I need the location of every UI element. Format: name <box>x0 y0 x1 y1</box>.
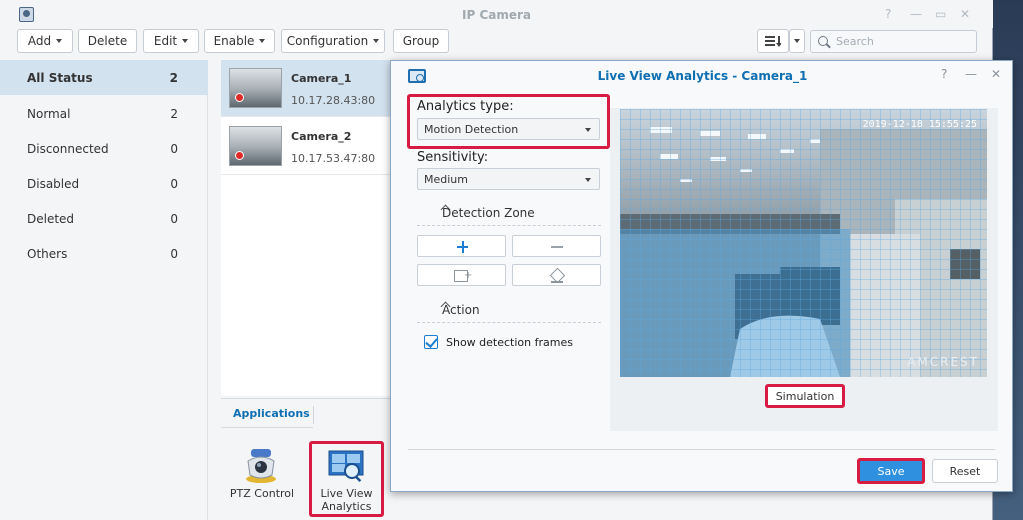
camera-list: Camera_1 10.17.28.43:80 Camera_2 10.17.5… <box>221 60 391 396</box>
sort-icon <box>765 36 781 47</box>
toolbar: Add Delete Edit Enable Configuration Gro… <box>0 28 993 58</box>
search-icon <box>818 36 828 46</box>
analytics-type-select[interactable]: Motion Detection <box>417 118 600 140</box>
search-placeholder: Search <box>836 35 874 48</box>
action-section[interactable]: Action <box>417 301 601 323</box>
delete-button[interactable]: Delete <box>78 29 137 53</box>
group-button[interactable]: Group <box>393 29 449 53</box>
sidebar-item-disconnected[interactable]: Disconnected 0 <box>0 131 208 166</box>
maximize-icon[interactable]: ▭ <box>935 7 946 21</box>
camera-name: Camera_1 <box>291 72 352 85</box>
tab-applications[interactable]: Applications <box>233 407 310 420</box>
tab-underline <box>221 427 313 428</box>
preview-panel: 2019-12-18 15:55:25 AMCREST <box>610 108 998 431</box>
add-zone-button[interactable] <box>417 235 506 257</box>
footer-divider <box>408 449 995 450</box>
chevron-down-icon <box>794 39 800 43</box>
camera-ip: 10.17.28.43:80 <box>291 94 376 107</box>
enable-button[interactable]: Enable <box>204 29 275 53</box>
configuration-button[interactable]: Configuration <box>281 29 385 53</box>
chevron-down-icon <box>373 39 380 43</box>
save-button[interactable]: Save <box>857 458 925 484</box>
dialog-title: Live View Analytics - Camera_1 <box>597 69 808 83</box>
live-view-analytics-label: Live View Analytics <box>320 487 373 513</box>
minimize-icon[interactable]: — <box>965 67 977 81</box>
sidebar-item-all-status[interactable]: All Status 2 <box>0 60 208 95</box>
camera-live-view[interactable]: 2019-12-18 15:55:25 AMCREST <box>620 109 987 377</box>
camera-brand-watermark: AMCREST <box>907 355 979 369</box>
sort-dropdown-button[interactable] <box>789 29 805 53</box>
ptz-control-label: PTZ Control <box>229 487 295 500</box>
sidebar-item-deleted[interactable]: Deleted 0 <box>0 201 208 236</box>
live-view-analytics-icon <box>328 450 364 483</box>
live-view-analytics-app[interactable]: Live View Analytics <box>309 441 384 517</box>
close-icon[interactable]: ✕ <box>960 7 970 21</box>
help-icon[interactable]: ? <box>885 7 891 21</box>
show-detection-frames-checkbox[interactable] <box>424 335 438 349</box>
tab-divider <box>313 406 314 424</box>
detection-grid[interactable] <box>620 109 987 377</box>
camera-ip: 10.17.53.47:80 <box>291 152 376 165</box>
live-view-analytics-dialog: Live View Analytics - Camera_1 ? — ✕ Ana… <box>390 60 1013 492</box>
add-zone-region-button[interactable] <box>417 264 506 286</box>
chevron-down-icon <box>182 39 189 43</box>
sensitivity-label: Sensitivity: <box>417 150 489 165</box>
reset-button[interactable]: Reset <box>932 459 998 483</box>
window-title: IP Camera <box>462 8 531 22</box>
window-titlebar: IP Camera ? — ▭ ✕ <box>0 0 993 28</box>
sort-button[interactable] <box>757 29 789 53</box>
show-detection-frames-label: Show detection frames <box>446 336 573 349</box>
erase-zone-button[interactable] <box>512 264 601 286</box>
sidebar-item-disabled[interactable]: Disabled 0 <box>0 166 208 201</box>
minimize-icon[interactable]: — <box>910 7 922 21</box>
chevron-down-icon <box>585 128 591 132</box>
applications-panel: Applications PTZ Control Live View Analy… <box>221 398 391 520</box>
camera-thumbnail <box>229 126 282 166</box>
camera-name: Camera_2 <box>291 130 352 143</box>
recording-icon <box>235 151 244 160</box>
analytics-type-label: Analytics type: <box>417 99 514 114</box>
chevron-down-icon <box>56 39 63 43</box>
chevron-down-icon <box>585 178 591 182</box>
camera-list-item[interactable]: Camera_1 10.17.28.43:80 <box>221 60 391 117</box>
sidebar-item-others[interactable]: Others 0 <box>0 236 208 271</box>
camera-list-item[interactable]: Camera_2 10.17.53.47:80 <box>221 118 391 175</box>
recording-icon <box>235 93 244 102</box>
add-button[interactable]: Add <box>17 29 73 53</box>
remove-zone-button[interactable] <box>512 235 601 257</box>
sensitivity-select[interactable]: Medium <box>417 168 600 190</box>
search-input[interactable]: Search <box>810 30 977 53</box>
detection-zone-section[interactable]: Detection Zone <box>417 204 601 226</box>
simulation-button[interactable]: Simulation <box>765 384 845 408</box>
camera-thumbnail <box>229 68 282 108</box>
help-icon[interactable]: ? <box>941 67 947 81</box>
close-icon[interactable]: ✕ <box>991 67 1001 81</box>
edit-button[interactable]: Edit <box>143 29 199 53</box>
ptz-camera-icon <box>246 449 276 483</box>
status-sidebar: All Status 2 Normal 2 Disconnected 0 Disabl… <box>0 60 208 520</box>
video-timestamp: 2019-12-18 15:55:25 <box>862 119 977 130</box>
chevron-down-icon <box>259 39 266 43</box>
sidebar-item-normal[interactable]: Normal 2 <box>0 96 208 131</box>
